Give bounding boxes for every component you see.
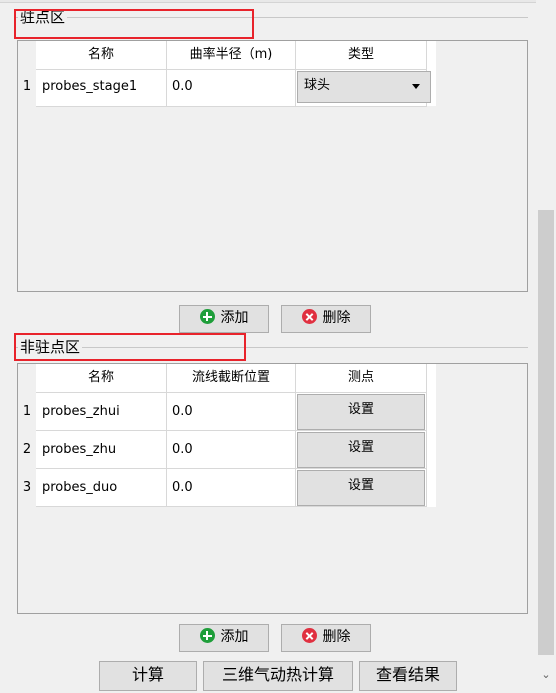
probe-name-cell[interactable]: probes_zhu [38,442,168,457]
type-dropdown[interactable]: 球头 [297,71,431,103]
set-probes-button[interactable]: 设置 [297,470,425,506]
column-header-name[interactable]: 名称 [36,364,166,392]
position-cell[interactable]: 0.0 [168,442,296,457]
probe-name-cell[interactable]: probes_stage1 [38,79,168,94]
add-label: 添加 [220,629,249,645]
top-edge [0,0,536,3]
column-header-position[interactable]: 流线截断位置 [167,364,295,392]
position-cell[interactable]: 0.0 [168,480,296,495]
position-cell[interactable]: 0.0 [168,404,296,419]
stagnation-highlight-box [14,9,254,39]
row-number[interactable]: 1 [18,79,36,94]
column-header-type[interactable]: 类型 [296,41,426,69]
stagnation-table[interactable]: 名称 曲率半径（m) 类型 1 probes_stage1 0.0 球头 [17,40,528,292]
calculate-button[interactable]: 计算 [99,661,197,691]
plus-circle-icon [199,628,215,643]
view-results-button[interactable]: 查看结果 [359,661,457,691]
caret-down-icon [412,84,420,89]
non-stagnation-delete-button[interactable]: 删除 [281,624,371,652]
plus-circle-icon [199,309,215,324]
stagnation-delete-button[interactable]: 删除 [281,305,371,333]
probe-name-cell[interactable]: probes_zhui [38,404,168,419]
stagnation-add-button[interactable]: 添加 [179,305,269,333]
row-number[interactable]: 1 [18,404,36,419]
x-circle-icon [301,628,317,643]
add-label: 添加 [220,310,249,326]
non-stagnation-add-button[interactable]: 添加 [179,624,269,652]
probe-name-cell[interactable]: probes_duo [38,480,168,495]
set-probes-button[interactable]: 设置 [297,432,425,468]
chevron-down-icon[interactable]: ⌄ [539,668,553,682]
set-probes-button[interactable]: 设置 [297,394,425,430]
non-stagnation-highlight-box [14,333,246,361]
row-number[interactable]: 2 [18,442,36,457]
column-header-name[interactable]: 名称 [36,41,166,69]
row-number[interactable]: 3 [18,480,36,495]
aero-heat-calc-button[interactable]: 三维气动热计算 [203,661,353,691]
x-circle-icon [301,309,317,324]
column-header-probes[interactable]: 测点 [296,364,426,392]
radius-cell[interactable]: 0.0 [168,79,296,94]
non-stagnation-table[interactable]: 名称 流线截断位置 测点 1 probes_zhui 0.0 设置 2 prob… [17,363,528,614]
type-dropdown-value: 球头 [304,78,331,93]
delete-label: 删除 [322,310,351,326]
delete-label: 删除 [322,629,351,645]
column-header-radius[interactable]: 曲率半径（m) [167,41,295,69]
scrollbar-thumb[interactable] [538,210,554,655]
